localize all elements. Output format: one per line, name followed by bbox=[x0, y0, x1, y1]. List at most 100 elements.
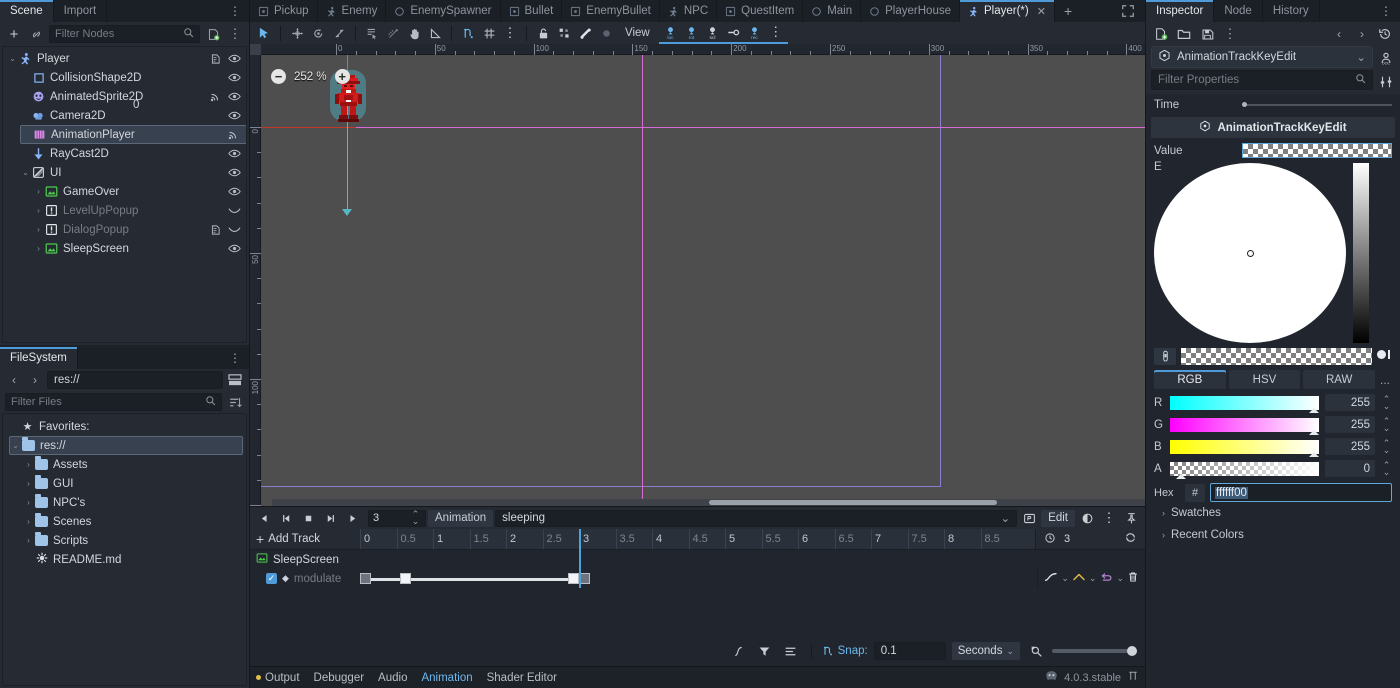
track-row[interactable]: SleepScreen bbox=[250, 550, 1145, 569]
loop-wrap-dropdown-icon[interactable]: ⌄ bbox=[1089, 573, 1097, 584]
inspector-menu-icon[interactable]: ⋮ bbox=[1377, 2, 1395, 20]
next-key-icon[interactable] bbox=[320, 509, 340, 527]
color-mode-more-icon[interactable]: ... bbox=[1378, 371, 1392, 389]
key-scl-icon[interactable]: scl bbox=[703, 23, 723, 41]
move-icon[interactable] bbox=[287, 24, 307, 42]
scene-tree-item-player[interactable]: ⌄ Player bbox=[7, 49, 246, 68]
scene-panel-menu-icon[interactable]: ⋮ bbox=[226, 2, 244, 20]
zoom-in-button[interactable]: + bbox=[334, 69, 350, 84]
pan-icon[interactable] bbox=[404, 24, 424, 42]
signal-icon[interactable] bbox=[226, 128, 240, 142]
bottom-panel-debugger[interactable]: Debugger bbox=[314, 672, 365, 684]
add-track-button[interactable]: + Add Track bbox=[250, 529, 360, 549]
filesystem-item-scripts[interactable]: › Scripts bbox=[23, 531, 243, 550]
scale-icon[interactable] bbox=[329, 24, 349, 42]
bottom-panel-shader-editor[interactable]: Shader Editor bbox=[487, 672, 557, 684]
filesystem-item-gui[interactable]: › GUI bbox=[23, 474, 243, 493]
play-icon[interactable] bbox=[342, 509, 362, 527]
time-unit-selector[interactable]: Seconds ⌄ bbox=[951, 642, 1020, 660]
channel-slider[interactable] bbox=[1170, 439, 1319, 457]
filesystem-menu-icon[interactable]: ⋮ bbox=[226, 349, 244, 367]
edit-button[interactable]: Edit bbox=[1041, 509, 1075, 527]
tab-history[interactable]: History bbox=[1262, 0, 1320, 22]
play-backwards-icon[interactable] bbox=[254, 509, 274, 527]
snap-icon[interactable] bbox=[458, 24, 478, 42]
channel-value[interactable]: 0 bbox=[1325, 460, 1375, 477]
color-mode-hsv[interactable]: HSV bbox=[1228, 370, 1301, 389]
visibility-icon[interactable] bbox=[227, 71, 241, 85]
filesystem-tree[interactable]: ★ Favorites: ⌄ res:// › Assets › GUI › NPC's › Scen… bbox=[2, 413, 247, 686]
channel-slider-handle[interactable] bbox=[1309, 407, 1319, 413]
scene-tree-item-sleepscreen[interactable]: › SleepScreen bbox=[33, 239, 246, 258]
tab-filesystem[interactable]: FileSystem bbox=[0, 347, 78, 369]
tree-expand-arrow[interactable]: › bbox=[23, 460, 34, 469]
scene-tab-enemyspawner[interactable]: EnemySpawner bbox=[386, 0, 501, 22]
channel-value[interactable]: 255 bbox=[1325, 438, 1375, 455]
channel-stepper-icon[interactable]: ⌃ ⌄ bbox=[1381, 460, 1392, 476]
prev-key-icon[interactable] bbox=[276, 509, 296, 527]
split-mode-icon[interactable] bbox=[226, 371, 244, 389]
filter-files-input[interactable]: Filter Files bbox=[5, 393, 222, 411]
scene-tree-item-collisionshape2d[interactable]: CollisionShape2D bbox=[20, 68, 246, 87]
channel-slider-handle[interactable] bbox=[1309, 451, 1319, 457]
keyframe[interactable] bbox=[568, 573, 580, 584]
scrollbar-thumb[interactable] bbox=[708, 500, 997, 505]
ruler-smart-icon[interactable] bbox=[383, 24, 403, 42]
select-icon[interactable] bbox=[254, 24, 274, 42]
section-header[interactable]: AnimationTrackKeyEdit bbox=[1151, 117, 1395, 138]
ruler-icon[interactable] bbox=[425, 24, 445, 42]
tree-expand-arrow[interactable]: › bbox=[33, 225, 44, 234]
bottom-panel-audio[interactable]: Audio bbox=[378, 672, 407, 684]
scene-tree-item-dialogpopup[interactable]: › DialogPopup bbox=[33, 220, 246, 239]
bottom-panel-animation[interactable]: Animation bbox=[421, 672, 472, 684]
tree-expand-arrow[interactable]: › bbox=[33, 244, 44, 253]
open-docs-icon[interactable]: DOC bbox=[1377, 49, 1395, 67]
value-bar[interactable] bbox=[1353, 163, 1369, 343]
rotate-icon[interactable] bbox=[308, 24, 328, 42]
frame-stepper-icon[interactable]: ⌃ ⌄ bbox=[410, 510, 421, 526]
inspected-object-row[interactable]: AnimationTrackKeyEdit ⌄ bbox=[1151, 46, 1373, 68]
delete-track-icon[interactable] bbox=[1127, 571, 1139, 586]
list-select-icon[interactable] bbox=[362, 24, 382, 42]
alpha-gradient-bar[interactable] bbox=[1181, 348, 1372, 365]
open-resource-icon[interactable] bbox=[1175, 25, 1193, 43]
history-forward-icon[interactable]: › bbox=[1353, 25, 1371, 43]
nav-forward-icon[interactable]: › bbox=[26, 371, 44, 389]
snap-value-input[interactable]: 0.1 bbox=[873, 642, 946, 660]
color-wheel[interactable] bbox=[1154, 163, 1346, 343]
chevron-down-icon[interactable]: ⌄ bbox=[1356, 50, 1366, 64]
update-mode-dropdown-icon[interactable]: ⌄ bbox=[1116, 573, 1124, 584]
filesystem-item-readme-md[interactable]: README.md bbox=[23, 550, 243, 569]
attach-script-icon[interactable] bbox=[204, 25, 222, 43]
tree-expand-arrow[interactable]: › bbox=[33, 187, 44, 196]
key-rec-icon[interactable]: rec bbox=[745, 23, 765, 41]
visibility-icon[interactable] bbox=[227, 147, 241, 161]
sort-options-icon[interactable] bbox=[226, 393, 244, 411]
scene-tab-playerhouse[interactable]: PlayerHouse bbox=[861, 0, 960, 22]
grid-icon[interactable] bbox=[479, 24, 499, 42]
scene-tab-player-[interactable]: Player(*) ✕ bbox=[959, 0, 1055, 22]
time-property-row[interactable]: Time 0 bbox=[133, 94, 1400, 115]
visibility-off-icon[interactable] bbox=[227, 204, 241, 218]
filesystem-item-scenes[interactable]: › Scenes bbox=[23, 512, 243, 531]
group-icon[interactable] bbox=[554, 24, 574, 42]
visibility-icon[interactable] bbox=[227, 242, 241, 256]
new-scene-tab-button[interactable]: + bbox=[1055, 0, 1081, 22]
playhead[interactable] bbox=[579, 529, 581, 549]
time-slider[interactable] bbox=[1242, 101, 1392, 107]
channel-slider[interactable] bbox=[1170, 417, 1319, 435]
tree-expand-arrow[interactable]: › bbox=[23, 517, 34, 526]
snap-toggle[interactable]: Snap: bbox=[822, 645, 868, 657]
scene-tab-enemybullet[interactable]: EnemyBullet bbox=[562, 0, 660, 22]
update-mode-icon[interactable] bbox=[1099, 572, 1113, 586]
filesystem-item-res-[interactable]: ⌄ res:// bbox=[9, 436, 243, 455]
channel-stepper-icon[interactable]: ⌃ ⌄ bbox=[1381, 416, 1392, 432]
scene-tab-enemy[interactable]: Enemy bbox=[317, 0, 387, 22]
tree-expand-arrow[interactable]: ⌄ bbox=[7, 54, 18, 63]
viewport-canvas[interactable]: − 252 % + bbox=[261, 55, 1145, 506]
filesystem-item-assets[interactable]: › Assets bbox=[23, 455, 243, 474]
instantiate-scene-icon[interactable] bbox=[27, 25, 45, 43]
add-node-icon[interactable]: + bbox=[5, 25, 23, 43]
channel-value[interactable]: 255 bbox=[1325, 416, 1375, 433]
track-enabled-checkbox[interactable]: ✓ bbox=[266, 573, 277, 584]
